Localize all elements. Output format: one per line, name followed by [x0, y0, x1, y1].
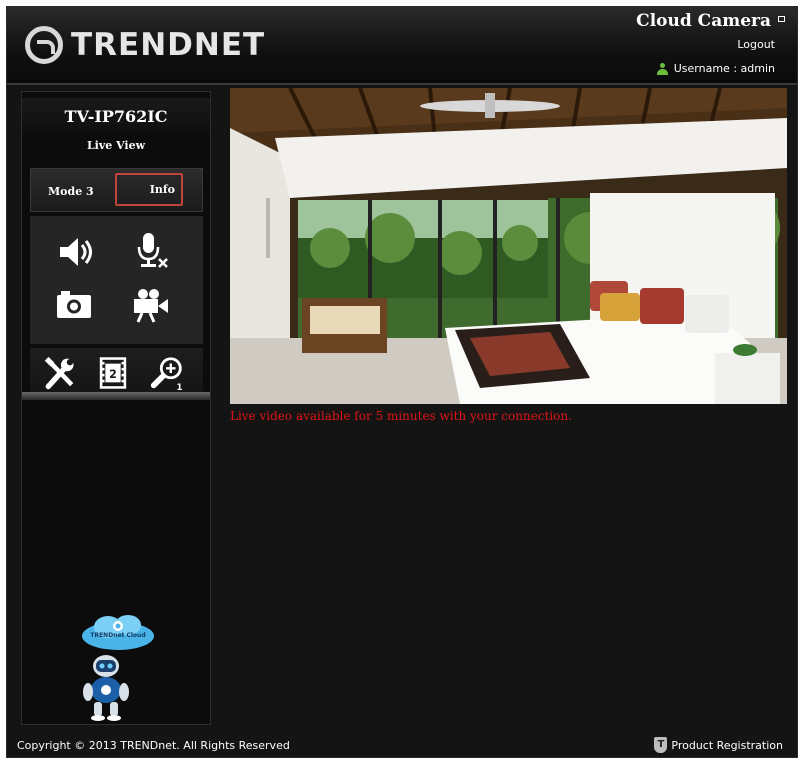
mascot-label: TRENDnet Cloud [90, 632, 146, 639]
speaker-icon[interactable] [56, 232, 96, 272]
info-button[interactable]: Info [115, 173, 183, 206]
header: TRENDNET Cloud Camera Logout Username : … [7, 7, 797, 83]
brand-name: TRENDNET [71, 27, 266, 63]
zoom-in-icon[interactable]: 1 [148, 354, 186, 393]
trendnet-logo-icon [25, 26, 63, 64]
svg-text:1: 1 [177, 383, 183, 392]
tools-bar: 2 1 [30, 348, 203, 398]
svg-text:2: 2 [109, 368, 117, 381]
username-display: Username : admin [656, 62, 775, 75]
window-icon [778, 16, 785, 22]
product-registration-link[interactable]: T Product Registration [654, 737, 783, 753]
sidebar: TV-IP762IC Live View Mode 3 Info 2 1 TRE… [21, 91, 211, 725]
trendnet-logo: TRENDNET [25, 25, 265, 65]
camera-model: TV-IP762IC [22, 98, 210, 134]
product-registration-label: Product Registration [671, 738, 783, 752]
snapshot-camera-icon[interactable] [54, 284, 94, 324]
video-record-icon[interactable] [130, 284, 170, 324]
registration-shield-icon: T [654, 737, 668, 753]
trendnet-cloud-mascot: TRENDnet Cloud [78, 614, 158, 722]
username-label: Username : admin [673, 62, 775, 75]
logout-link[interactable]: Logout [737, 38, 775, 51]
live-video-feed[interactable] [230, 88, 787, 404]
footer: Copyright © 2013 TRENDnet. All Rights Re… [7, 729, 797, 759]
live-video-notice: Live video available for 5 minutes with … [230, 409, 572, 423]
film-strip-icon[interactable]: 2 [96, 356, 130, 390]
mode-selector[interactable]: Mode 3 [48, 185, 94, 198]
copyright-text: Copyright © 2013 TRENDnet. All Rights Re… [17, 739, 290, 752]
mode-bar: Mode 3 Info [30, 168, 203, 212]
user-icon [656, 62, 668, 75]
app-title: Cloud Camera [636, 11, 771, 31]
settings-tools-icon[interactable] [42, 355, 78, 391]
live-view-label[interactable]: Live View [22, 136, 210, 156]
app-frame: TRENDNET Cloud Camera Logout Username : … [6, 6, 798, 758]
header-divider [7, 83, 797, 85]
microphone-muted-icon[interactable] [132, 230, 172, 270]
tools-shelf [22, 392, 210, 400]
camera-controls [30, 216, 203, 344]
